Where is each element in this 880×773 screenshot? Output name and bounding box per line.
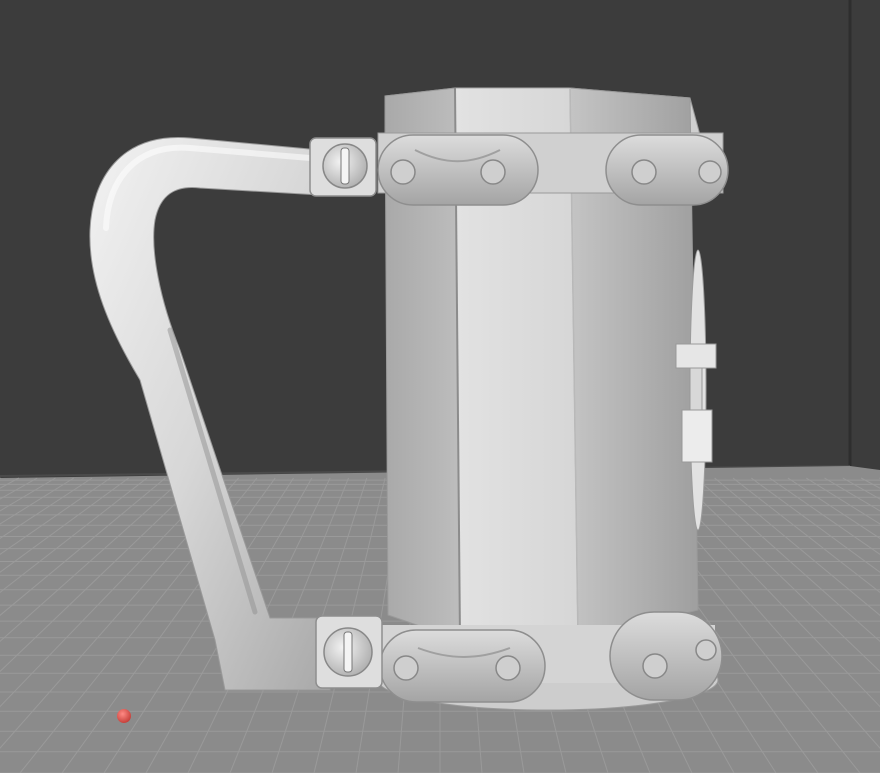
3d-viewport[interactable]	[0, 0, 880, 773]
bolt-slot	[343, 631, 353, 673]
chain-link	[379, 629, 546, 703]
chain-pin	[495, 655, 521, 681]
chain-pin	[393, 655, 419, 681]
chain-pin	[642, 653, 668, 679]
chain-pin	[390, 159, 416, 185]
chain-link	[377, 134, 539, 206]
bolt-clamp-top[interactable]	[309, 137, 377, 197]
bolt-slot	[340, 147, 350, 185]
side-clip-block-upper	[675, 343, 717, 369]
side-clip-rod	[689, 367, 703, 411]
scene-canvas[interactable]	[0, 0, 880, 773]
chain-pin	[695, 639, 717, 661]
chain-pin	[631, 159, 657, 185]
origin-marker[interactable]	[117, 709, 131, 723]
chain-link	[605, 134, 729, 206]
chain-link	[609, 611, 723, 701]
side-clip-block-lower	[681, 409, 713, 463]
chain-pin	[698, 160, 722, 184]
chain-pin	[480, 159, 506, 185]
bolt-clamp-bottom[interactable]	[315, 615, 383, 689]
